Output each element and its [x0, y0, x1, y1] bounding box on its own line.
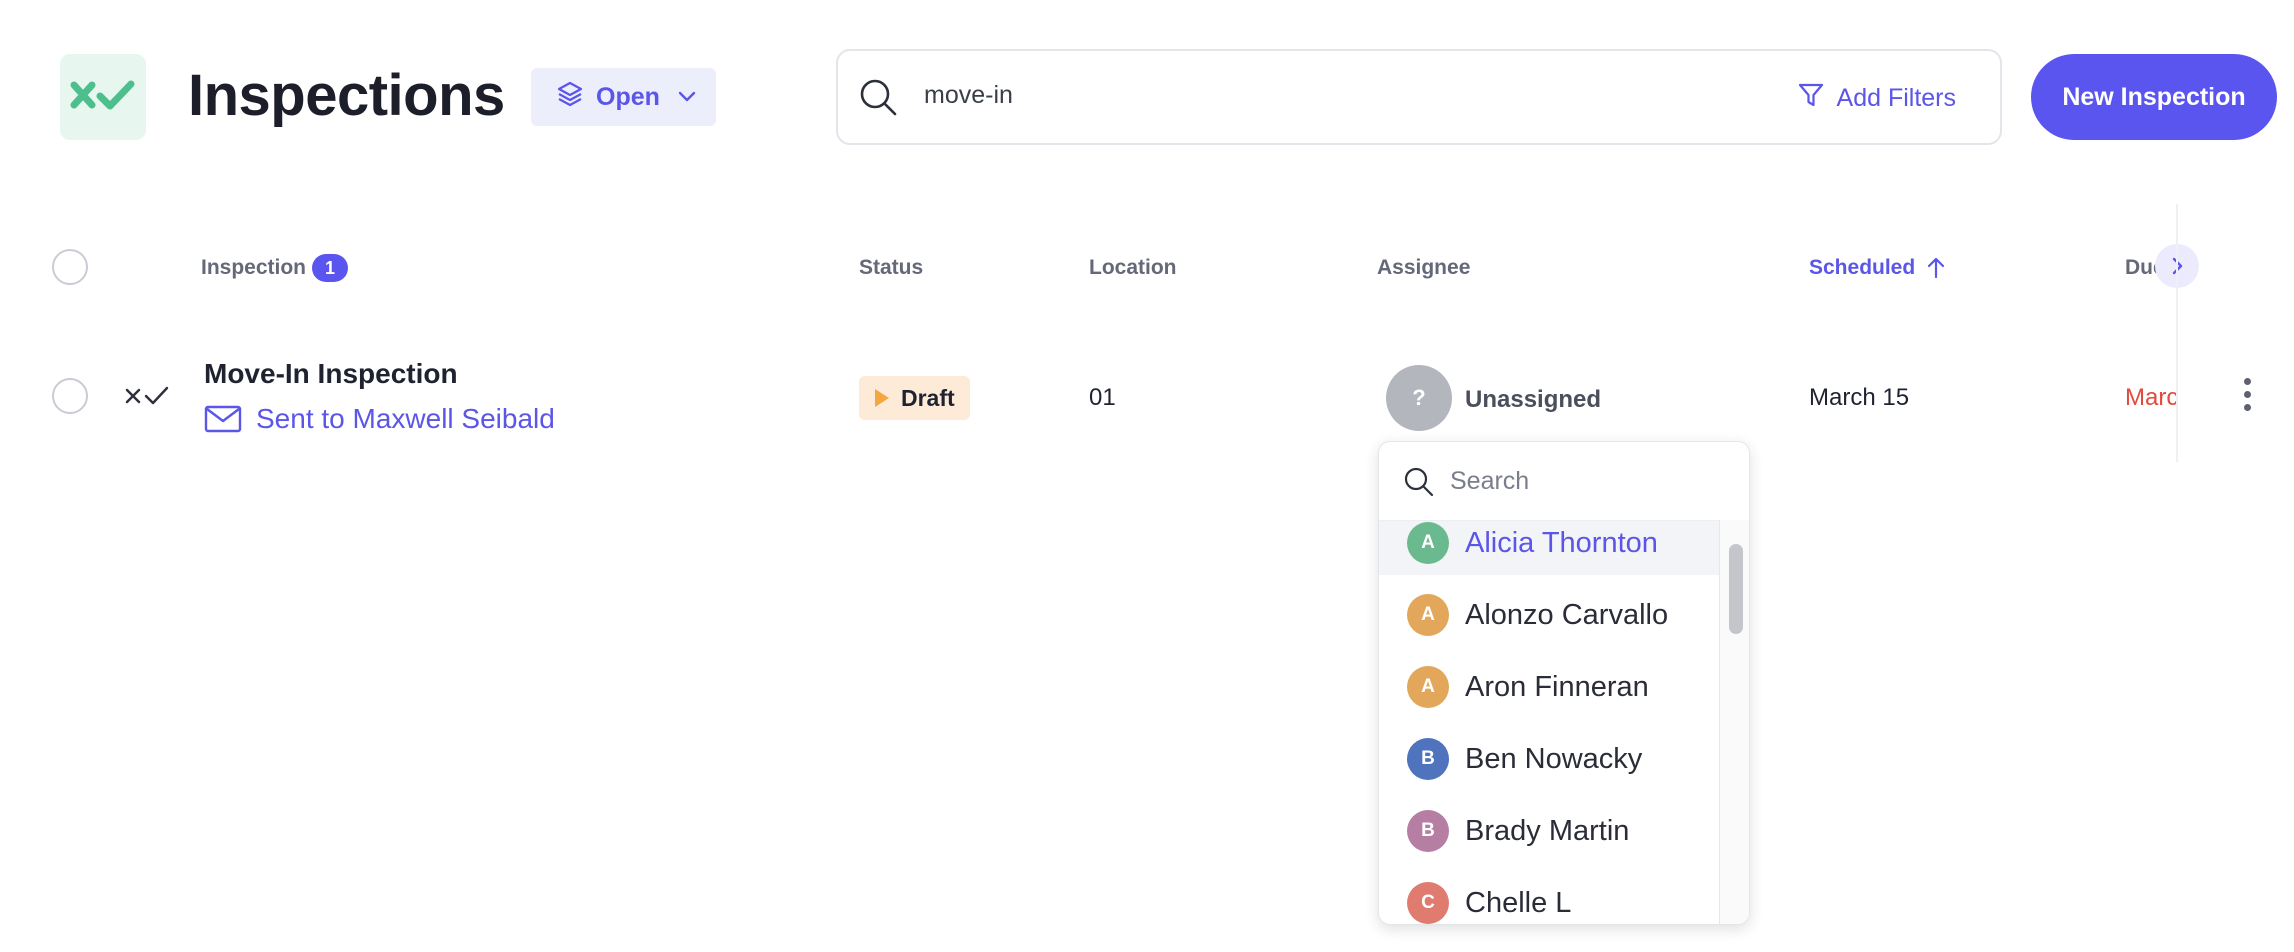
sent-to-link[interactable]: Sent to Maxwell Seibald [204, 403, 555, 435]
column-header-location[interactable]: Location [1089, 256, 1177, 280]
column-header-scheduled-label: Scheduled [1809, 256, 1916, 279]
view-filter-dropdown[interactable]: Open [531, 68, 716, 126]
location-cell: 01 [1089, 384, 1116, 411]
assignee-search-input[interactable] [1450, 464, 1720, 498]
dropdown-scrollbar-thumb[interactable] [1729, 544, 1743, 634]
assignee-option[interactable]: C Chelle L [1379, 871, 1719, 924]
assignee-option-name: Alonzo Carvallo [1465, 598, 1669, 631]
user-avatar: A [1407, 666, 1449, 708]
assignee-dropdown: A Alicia Thornton A Alonzo Carvallo A Ar… [1378, 441, 1750, 925]
column-header-assignee[interactable]: Assignee [1377, 256, 1470, 280]
column-header-scheduled[interactable]: Scheduled [1809, 256, 1945, 280]
search-icon [1403, 466, 1435, 503]
assignee-select[interactable]: Unassigned [1465, 386, 1601, 414]
assignee-option[interactable]: A Alonzo Carvallo [1379, 583, 1719, 647]
row-select-checkbox[interactable] [52, 378, 88, 414]
view-filter-label: Open [596, 82, 660, 111]
inspection-title-link[interactable]: Move-In Inspection [204, 358, 458, 390]
app-logo [60, 54, 146, 140]
assignee-options-list: A Alicia Thornton A Alonzo Carvallo A Ar… [1379, 520, 1719, 924]
draft-play-icon [873, 387, 891, 409]
chevron-down-icon [678, 91, 696, 103]
assignee-option-name: Alicia Thornton [1465, 526, 1658, 559]
assignee-option-name: Chelle L [1465, 886, 1572, 919]
scheduled-date-cell: March 15 [1809, 384, 1910, 411]
assignee-option-name: Brady Martin [1465, 814, 1630, 847]
user-avatar: A [1407, 594, 1449, 636]
layers-icon [556, 80, 584, 115]
inspection-type-icon [124, 383, 170, 414]
assignee-option[interactable]: B Brady Martin [1379, 799, 1719, 863]
status-badge: Draft [859, 376, 970, 420]
inspections-logo-icon [70, 80, 135, 110]
user-avatar: A [1407, 522, 1449, 564]
search-icon [858, 77, 898, 122]
assignee-option-name: Aron Finneran [1465, 670, 1649, 703]
new-inspection-button[interactable]: New Inspection [2031, 54, 2277, 140]
select-all-checkbox[interactable] [52, 249, 88, 285]
filter-icon [1797, 81, 1825, 116]
sent-to-label: Sent to Maxwell Seibald [256, 403, 555, 434]
kebab-dot-icon [2244, 378, 2251, 385]
sticky-column-divider [2176, 204, 2178, 462]
user-avatar: B [1407, 738, 1449, 780]
sort-ascending-icon [1927, 257, 1945, 279]
kebab-dot-icon [2244, 391, 2251, 398]
kebab-dot-icon [2244, 404, 2251, 411]
add-filters-label: Add Filters [1836, 84, 1956, 112]
column-header-status[interactable]: Status [859, 256, 923, 280]
search-bar: Add Filters [836, 49, 2002, 145]
user-avatar: C [1407, 882, 1449, 924]
assignee-search [1379, 442, 1749, 518]
inspection-count-badge: 1 [312, 254, 348, 282]
status-badge-label: Draft [901, 384, 955, 411]
add-filters-button[interactable]: Add Filters [1797, 81, 1956, 116]
user-avatar: B [1407, 810, 1449, 852]
page-title: Inspections [188, 63, 505, 128]
dropdown-scrollbar[interactable] [1719, 520, 1749, 924]
assignee-option-name: Ben Nowacky [1465, 742, 1643, 775]
search-input[interactable] [924, 81, 1524, 110]
assignee-option[interactable]: A Aron Finneran [1379, 655, 1719, 719]
unassigned-avatar[interactable]: ? [1386, 365, 1452, 431]
assignee-option[interactable]: A Alicia Thornton [1379, 521, 1719, 575]
assignee-option[interactable]: B Ben Nowacky [1379, 727, 1719, 791]
row-actions-menu-button[interactable] [2244, 378, 2251, 411]
column-header-inspection[interactable]: Inspection [201, 256, 306, 280]
envelope-icon [204, 404, 242, 434]
due-date-cell: March [2125, 384, 2176, 411]
